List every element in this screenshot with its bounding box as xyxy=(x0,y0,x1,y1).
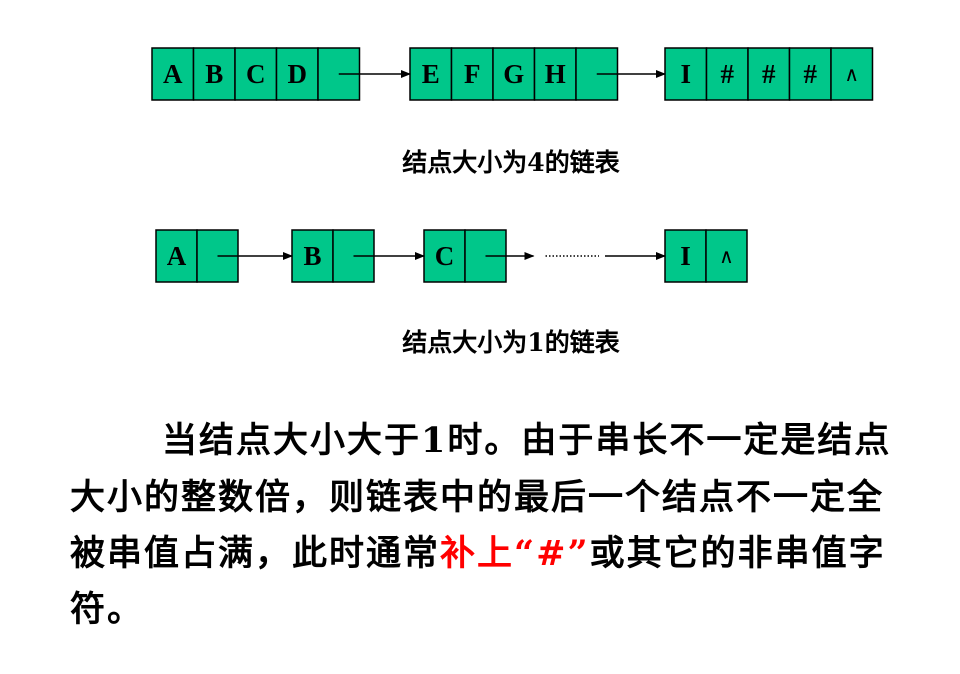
list-node: I # # # ∧ xyxy=(664,47,874,101)
list-node: I ∧ xyxy=(664,229,748,283)
paragraph-line-3-start: 被串值占满，此时通常 xyxy=(70,533,441,574)
cell-char: B xyxy=(303,241,321,271)
paragraph-line-3-end: 或其它的非串值字 xyxy=(589,533,886,574)
caption-node-size-1: 结点大小为1的链表 xyxy=(402,328,620,357)
cell-char: B xyxy=(205,59,223,89)
cell-char: G xyxy=(503,59,524,89)
paragraph-line-2: 大小的整数倍，则链表中的最后一个结点不一定全 xyxy=(70,477,885,518)
list-node: EFGH xyxy=(409,47,619,101)
cell-char: # xyxy=(804,59,818,89)
paragraph-line-3: 被串值占满，此时通常补上“#”或其它的非串值字 xyxy=(70,526,930,582)
list-node: ABCD xyxy=(151,47,361,101)
node-size-4-list: A B C D E F G H I # # # ∧ xyxy=(151,47,874,101)
cell-char: C xyxy=(246,59,266,89)
paragraph-line-1: 当结点大小大于1时。由于串长不一定是结点 xyxy=(162,420,892,461)
cell-char: E xyxy=(422,59,440,89)
null-pointer: ∧ xyxy=(844,62,859,86)
cell-char: A xyxy=(167,241,187,271)
highlighted-text: 补上“#” xyxy=(440,533,590,574)
cell-char: I xyxy=(680,59,691,89)
cell-char: F xyxy=(464,59,481,89)
cell-char: A xyxy=(163,59,183,89)
cell-char: D xyxy=(288,59,308,89)
cell-char: # xyxy=(762,59,776,89)
cell-char: # xyxy=(721,59,735,89)
cell-char: C xyxy=(435,241,455,271)
cell-char: I xyxy=(680,241,691,271)
caption-node-size-4: 结点大小为4的链表 xyxy=(402,148,620,177)
node-size-1-list: A B C I ∧ xyxy=(155,229,748,283)
null-pointer: ∧ xyxy=(719,244,734,268)
cell-char: H xyxy=(545,59,566,89)
paragraph-line-4: 符。 xyxy=(70,589,145,630)
